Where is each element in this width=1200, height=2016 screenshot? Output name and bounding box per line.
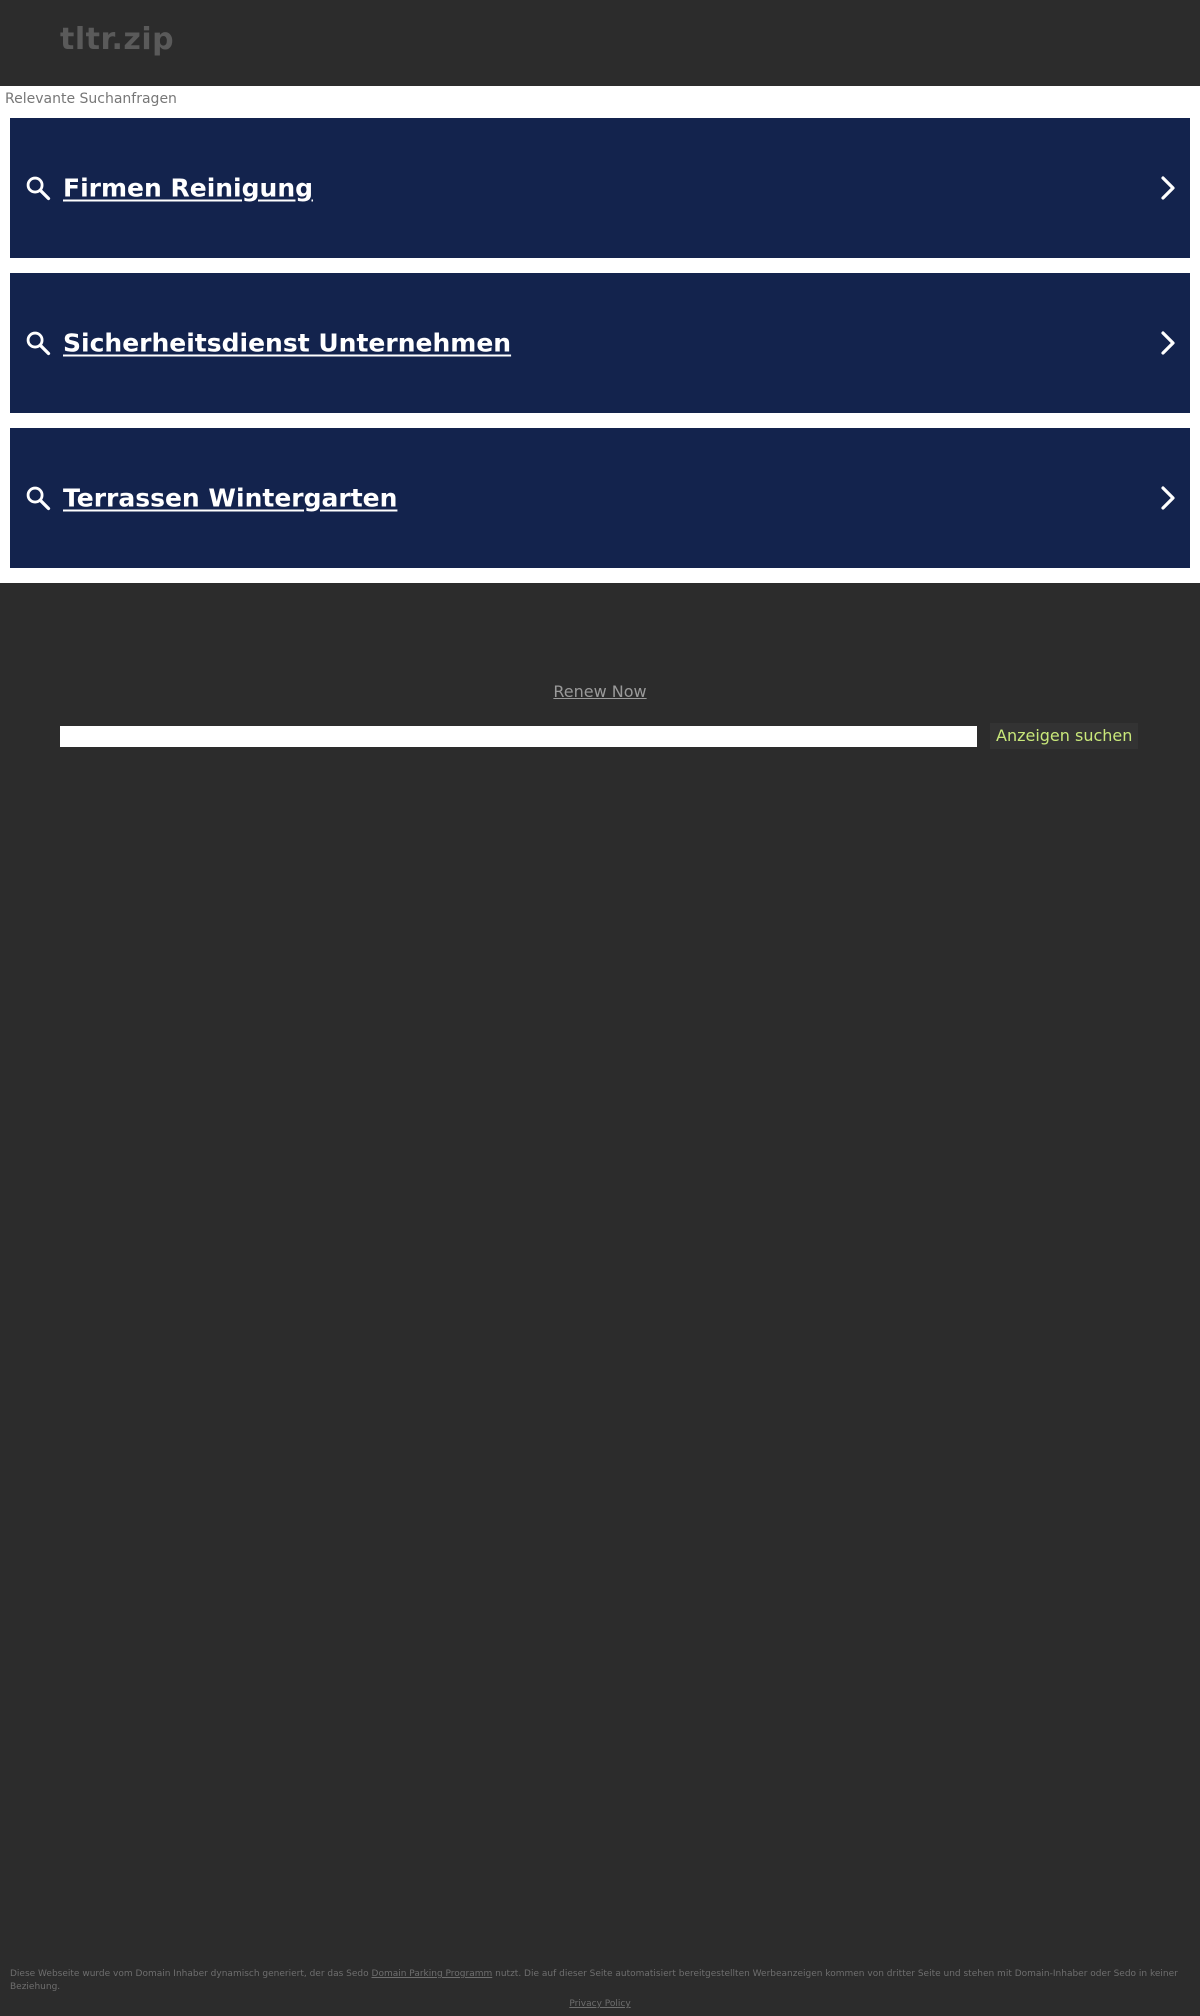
domain-title: tltr.zip: [60, 22, 175, 57]
search-form: Anzeigen suchen: [60, 723, 1140, 749]
related-search-link-3[interactable]: Terrassen Wintergarten: [10, 428, 1190, 568]
search-input[interactable]: [60, 726, 977, 747]
chevron-right-icon: [1161, 486, 1175, 510]
chevron-right-icon: [1161, 331, 1175, 355]
related-search-link-1[interactable]: Firmen Reinigung: [10, 118, 1190, 258]
search-icon: [26, 486, 51, 511]
header: tltr.zip: [0, 0, 1200, 86]
footer-text-before: Diese Webseite wurde vom Domain Inhaber …: [10, 1969, 372, 1979]
related-search-label: Firmen Reinigung: [63, 173, 314, 203]
privacy-policy-link[interactable]: Privacy Policy: [0, 1999, 1200, 2009]
search-icon: [26, 331, 51, 356]
related-search-label: Sicherheitsdienst Unternehmen: [63, 328, 512, 358]
related-searches-heading: Relevante Suchanfragen: [5, 91, 177, 107]
search-ads-button[interactable]: Anzeigen suchen: [990, 723, 1139, 749]
renew-now-link[interactable]: Renew Now: [0, 682, 1200, 701]
domain-parking-link[interactable]: Domain Parking Programm: [372, 1969, 493, 1979]
chevron-right-icon: [1161, 176, 1175, 200]
related-search-label: Terrassen Wintergarten: [63, 483, 398, 513]
search-icon: [26, 176, 51, 201]
related-search-link-2[interactable]: Sicherheitsdienst Unternehmen: [10, 273, 1190, 413]
footer-disclaimer: Diese Webseite wurde vom Domain Inhaber …: [10, 1968, 1190, 1994]
related-searches-panel: Relevante Suchanfragen Firmen Reinigung …: [0, 86, 1200, 583]
